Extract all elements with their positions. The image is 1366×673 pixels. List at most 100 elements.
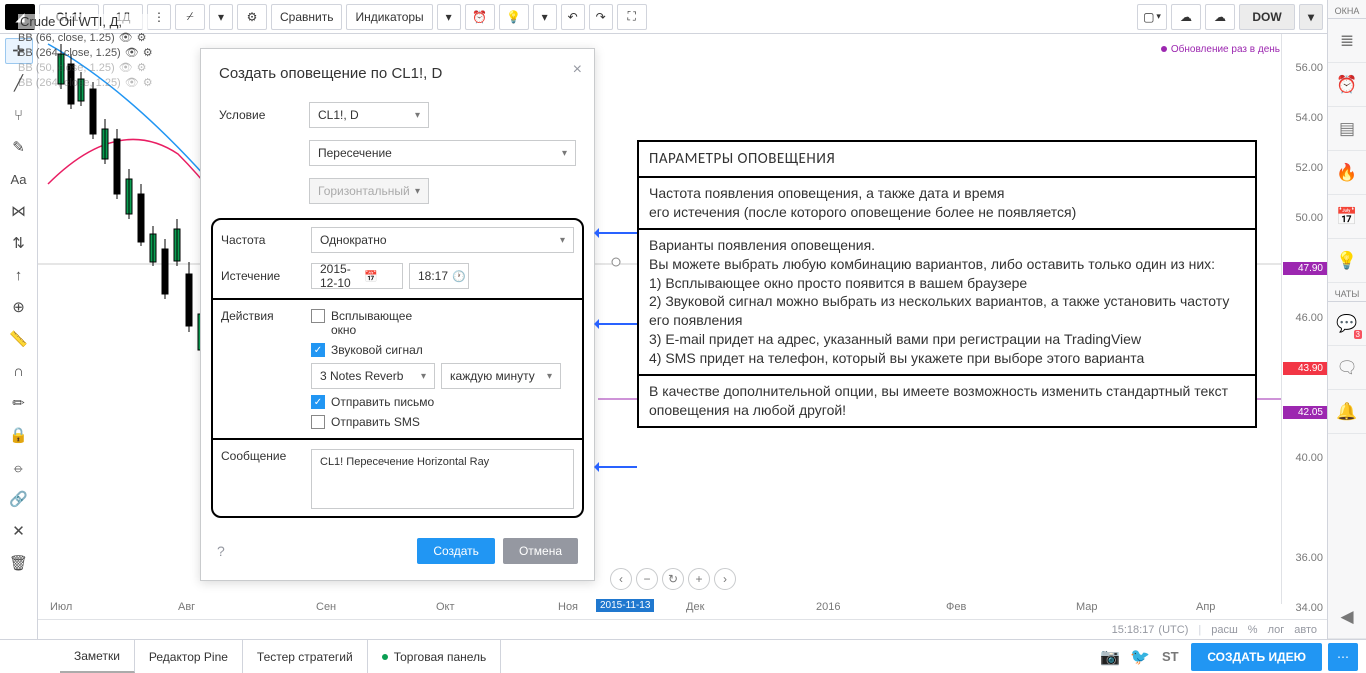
pattern-tool[interactable]: ⋈ [5, 198, 33, 224]
pitchfork-tool[interactable]: ⑂ [5, 102, 33, 128]
trash-tool[interactable]: 🗑 [5, 550, 33, 576]
private-chats-button[interactable]: 🗨 [1328, 346, 1366, 390]
zoom-tool[interactable]: ⊕ [5, 294, 33, 320]
sound-frequency-select[interactable]: каждую минуту [441, 363, 561, 389]
ideas-menu[interactable]: ▾ [533, 4, 557, 30]
lock-tool[interactable]: 🔒 [5, 422, 33, 448]
drawing-mode-button[interactable]: ✏ [5, 390, 33, 416]
frequency-select[interactable]: Однократно [311, 227, 574, 253]
collapse-rail-button[interactable]: ◀ [1328, 595, 1366, 639]
price-tag: 47.90 [1283, 262, 1327, 275]
expiration-date-input[interactable]: 2015-12-10📅 [311, 263, 403, 289]
redo-button[interactable]: ↷ [589, 4, 613, 30]
expiration-time-input[interactable]: 18:17🕐 [409, 263, 469, 289]
time-axis[interactable]: ИюлАвгСенОктНояДек2016ФевМарАпр2015-11-1… [38, 599, 1281, 619]
status-auto[interactable]: авто [1294, 624, 1317, 636]
indicator-2[interactable]: BB (264, close, 1.25) [18, 47, 121, 59]
indicator-1[interactable]: BB (66, close, 1.25) [18, 32, 115, 44]
condition-symbol-select[interactable]: CL1!, D [309, 102, 429, 128]
cancel-button[interactable]: Отмена [503, 538, 578, 564]
close-icon[interactable]: × [573, 61, 582, 79]
alerts-panel-button[interactable]: ⏰ [1328, 63, 1366, 107]
settings-button[interactable]: ⚙ [237, 4, 267, 30]
tab-notes[interactable]: Заметки [60, 640, 135, 673]
fullscreen-button[interactable]: ⛶ [617, 4, 647, 30]
data-window-button[interactable]: ▤ [1328, 107, 1366, 151]
remove-tool[interactable]: ✕ [5, 518, 33, 544]
chart-type-menu[interactable]: ▾ [209, 4, 233, 30]
sync-tool[interactable]: 🔗 [5, 486, 33, 512]
gear-icon[interactable]: ⚙ [137, 31, 147, 44]
eye-icon[interactable]: 👁 [119, 61, 133, 74]
brush-tool[interactable]: ✎ [5, 134, 33, 160]
compare-button[interactable]: Сравнить [271, 4, 342, 30]
condition-direction-select[interactable]: Горизонтальный [309, 178, 429, 204]
sms-checkbox[interactable] [311, 415, 325, 429]
create-idea-button[interactable]: СОЗДАТЬ ИДЕЮ [1191, 643, 1322, 671]
nav-circles: ‹ − ↻ + › [610, 568, 736, 590]
layout-button[interactable]: ▢▾ [1137, 4, 1167, 30]
chart-type-button[interactable]: ⌿ [175, 4, 205, 30]
nav-zoom-out[interactable]: − [636, 568, 658, 590]
snapshot-button[interactable]: 📷 [1095, 642, 1125, 672]
text-tool[interactable]: Aа [5, 166, 33, 192]
twitter-button[interactable]: 🐦 [1125, 642, 1155, 672]
measure-tool[interactable]: 📏 [5, 326, 33, 352]
hide-tool[interactable]: ⦵ [5, 454, 33, 480]
cloud-save-button[interactable]: ☁ [1205, 4, 1235, 30]
magnet-tool[interactable]: ∩ [5, 358, 33, 384]
popup-checkbox[interactable] [311, 309, 325, 323]
help-icon[interactable]: ? [217, 543, 225, 559]
long-short-tool[interactable]: ↑ [5, 262, 33, 288]
indicator-3[interactable]: BB (50, close, 1.25) [18, 62, 115, 74]
status-pct[interactable]: % [1248, 624, 1258, 636]
public-chats-button[interactable]: 💬3 [1328, 302, 1366, 346]
dialog-title: Создать оповещение по CL1!, D [219, 65, 442, 82]
indicators-button[interactable]: Индикаторы [346, 4, 432, 30]
watchlist-button[interactable]: ≣ [1328, 19, 1366, 63]
status-ext[interactable]: расш [1211, 624, 1238, 636]
cloud-load-button[interactable]: ☁ [1171, 4, 1201, 30]
nav-first[interactable]: ‹ [610, 568, 632, 590]
ideas-button[interactable]: 💡 [499, 4, 529, 30]
calendar-button[interactable]: 📅 [1328, 195, 1366, 239]
dot-icon [1161, 46, 1167, 52]
nav-zoom-in[interactable]: + [688, 568, 710, 590]
tab-pine[interactable]: Редактор Pine [135, 640, 243, 673]
status-log[interactable]: лог [1268, 624, 1285, 636]
eye-icon[interactable]: 👁 [125, 76, 139, 89]
price-tick: 50.00 [1278, 212, 1323, 224]
notifications-button[interactable]: 🔔 [1328, 390, 1366, 434]
prediction-tool[interactable]: ⇅ [5, 230, 33, 256]
undo-button[interactable]: ↶ [561, 4, 585, 30]
hotlist-button[interactable]: 🔥 [1328, 151, 1366, 195]
nav-last[interactable]: › [714, 568, 736, 590]
eye-icon[interactable]: 👁 [119, 31, 133, 44]
sound-checkbox[interactable]: ✓ [311, 343, 325, 357]
stocktwits-button[interactable]: ST [1155, 642, 1185, 672]
tab-tester[interactable]: Тестер стратегий [243, 640, 368, 673]
alert-toolbar-button[interactable]: ⏰ [465, 4, 495, 30]
condition-type-select[interactable]: Пересечение [309, 140, 576, 166]
more-button[interactable]: ⋯ [1328, 643, 1358, 671]
gear-icon[interactable]: ⚙ [143, 46, 153, 59]
sound-preset-select[interactable]: 3 Notes Reverb [311, 363, 435, 389]
price-axis[interactable]: 56.0054.0052.0050.0046.0040.0036.0034.00… [1281, 34, 1327, 604]
chart-title[interactable]: Crude Oil WTI, Д, [18, 14, 153, 29]
gear-icon[interactable]: ⚙ [143, 76, 153, 89]
camera-icon: 📷 [1100, 647, 1120, 667]
indicator-4[interactable]: BB (264, close, 1.25) [18, 77, 121, 89]
indicators-menu[interactable]: ▾ [437, 4, 461, 30]
nav-reset[interactable]: ↻ [662, 568, 684, 590]
email-checkbox[interactable]: ✓ [311, 395, 325, 409]
calendar-icon: 📅 [364, 270, 378, 283]
gear-icon[interactable]: ⚙ [137, 61, 147, 74]
my-ideas-button[interactable]: 💡 [1328, 239, 1366, 283]
status-tz: (UTC) [1158, 624, 1188, 636]
tab-trading[interactable]: Торговая панель [368, 640, 502, 673]
layout-menu[interactable]: ▾ [1299, 4, 1323, 30]
layout-name[interactable]: DOW [1239, 4, 1295, 30]
create-button[interactable]: Создать [417, 538, 495, 564]
message-textarea[interactable]: CL1! Пересечение Horizontal Ray [311, 449, 574, 509]
eye-icon[interactable]: 👁 [125, 46, 139, 59]
